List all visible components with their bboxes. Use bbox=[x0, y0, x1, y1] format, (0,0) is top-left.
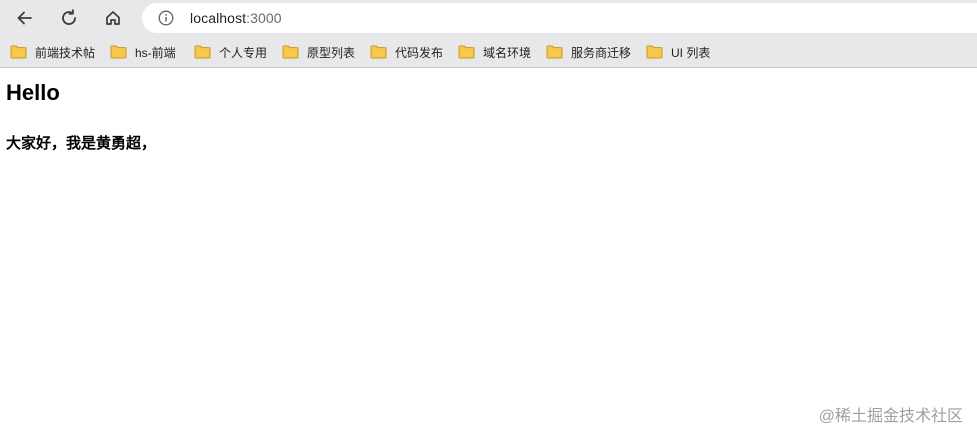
url-text: localhost:3000 bbox=[190, 10, 282, 26]
folder-icon bbox=[194, 45, 211, 59]
url-host: localhost bbox=[190, 10, 247, 26]
folder-icon bbox=[10, 45, 27, 59]
back-button[interactable] bbox=[13, 6, 37, 30]
bookmark-label: 服务商迁移 bbox=[571, 45, 632, 60]
folder-icon bbox=[546, 45, 563, 59]
bookmark-label: 原型列表 bbox=[307, 45, 356, 60]
reload-button[interactable] bbox=[57, 6, 81, 30]
url-port: :3000 bbox=[246, 10, 282, 26]
bookmark-label: 个人专用 bbox=[219, 45, 268, 60]
home-button[interactable] bbox=[101, 6, 125, 30]
bookmark-item[interactable]: 前端技术帖 bbox=[10, 41, 95, 63]
folder-icon bbox=[282, 45, 299, 59]
bookmark-item[interactable]: 个人专用 bbox=[194, 41, 267, 63]
bookmark-label: hs-前端 bbox=[135, 45, 176, 60]
bookmark-item[interactable]: 代码发布 bbox=[370, 41, 443, 63]
page-heading: Hello bbox=[6, 80, 60, 105]
bookmark-item[interactable]: UI 列表 bbox=[646, 41, 710, 63]
folder-icon bbox=[458, 45, 475, 59]
bookmark-item[interactable]: 原型列表 bbox=[282, 41, 355, 63]
bookmarks-bar: 前端技术帖 hs-前端 个人专用 原型列表 代码发布 域名环境 服务商迁移 UI… bbox=[0, 36, 977, 68]
page-paragraph: 大家好，我是黄勇超， bbox=[6, 135, 157, 152]
bookmark-item[interactable]: 服务商迁移 bbox=[546, 41, 631, 63]
reload-icon bbox=[62, 9, 76, 25]
bookmark-label: 代码发布 bbox=[395, 45, 444, 60]
folder-icon bbox=[646, 45, 663, 59]
bookmark-item[interactable]: hs-前端 bbox=[110, 41, 176, 63]
bookmark-item[interactable]: 域名环境 bbox=[458, 41, 531, 63]
home-icon bbox=[106, 11, 120, 25]
info-icon[interactable] bbox=[158, 10, 174, 26]
folder-icon bbox=[110, 45, 127, 59]
address-bar[interactable]: localhost:3000 bbox=[142, 3, 977, 33]
browser-toolbar: localhost:3000 bbox=[0, 0, 977, 36]
back-arrow-icon bbox=[17, 11, 32, 25]
bookmark-label: 域名环境 bbox=[483, 45, 532, 60]
bookmark-label: UI 列表 bbox=[671, 45, 711, 60]
folder-icon bbox=[370, 45, 387, 59]
bookmark-label: 前端技术帖 bbox=[35, 45, 96, 60]
watermark: @稀土掘金技术社区 bbox=[818, 408, 963, 425]
